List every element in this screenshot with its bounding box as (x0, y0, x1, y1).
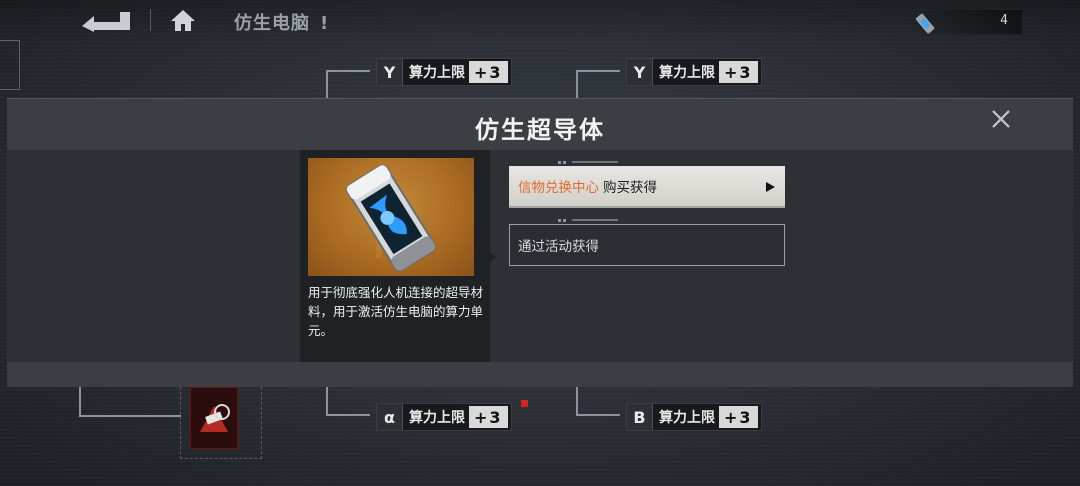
tree-node[interactable]: B 算力上限 +3 (626, 403, 762, 431)
tree-line (326, 387, 328, 415)
source-highlight: 信物兑换中心 (518, 180, 599, 196)
superconductor-icon (916, 13, 935, 34)
tree-node[interactable]: Y 算力上限 +3 (626, 58, 762, 86)
panel-pointer (490, 252, 496, 262)
page-title-text: 仿生电脑 (234, 13, 310, 34)
core-node[interactable] (190, 387, 238, 449)
node-label: 算力上限 (409, 410, 465, 426)
back-button[interactable] (80, 8, 134, 32)
alpha-rune-icon: α (377, 404, 403, 430)
source-exchange-center-button[interactable]: 信物兑换中心 购买获得 (509, 166, 785, 208)
modal-footer (7, 362, 1073, 387)
tree-line (576, 387, 578, 415)
tree-line (576, 70, 620, 72)
tree-line (326, 414, 370, 416)
source-action: 购买获得 (603, 180, 657, 196)
y-rune-icon: Y (377, 59, 403, 85)
source-text: 信物兑换中心 购买获得 (518, 176, 657, 196)
top-bar: 仿生电脑! 4 (0, 0, 1080, 42)
core-emblem-icon (200, 404, 230, 432)
tree-line (79, 415, 181, 417)
tree-line (576, 414, 620, 416)
node-bonus: +3 (469, 406, 508, 428)
source-event-entry: 通过活动获得 (509, 224, 785, 266)
node-bonus: +3 (719, 61, 758, 83)
close-icon (992, 110, 1010, 128)
home-button[interactable] (170, 8, 196, 32)
modal-title: 仿生超导体 (475, 116, 605, 144)
b-rune-icon: B (627, 404, 653, 430)
node-bonus: +3 (719, 406, 758, 428)
tree-line (79, 387, 81, 417)
tree-line (326, 70, 370, 72)
top-bar-divider (150, 9, 151, 31)
source-text: 通过活动获得 (518, 239, 599, 255)
y-rune-icon: Y (627, 59, 653, 85)
node-bonus: +3 (469, 61, 508, 83)
left-edge-frame (0, 40, 20, 90)
tree-node[interactable]: α 算力上限 +3 (376, 403, 512, 431)
currency-count: 4 (1000, 13, 1008, 28)
close-button[interactable] (989, 107, 1013, 131)
item-image: M (308, 158, 474, 276)
play-arrow-icon (766, 182, 775, 192)
superconductor-item-icon: M (346, 164, 436, 273)
item-description: 用于彻底强化人机连接的超导材料，用于激活仿生电脑的算力单元。 (308, 285, 484, 338)
currency-counter[interactable]: 4 (912, 10, 1022, 34)
tree-node[interactable]: Y 算力上限 +3 (376, 58, 512, 86)
source-tag (558, 159, 618, 165)
back-arrow-icon (82, 12, 130, 32)
page-title: 仿生电脑! (234, 9, 329, 35)
node-label: 算力上限 (409, 65, 465, 81)
modal-header: 仿生超导体 (7, 98, 1073, 150)
tree-line (576, 70, 578, 98)
source-tag (558, 217, 618, 223)
tree-line (326, 70, 328, 98)
new-badge-dot (521, 400, 528, 407)
node-label: 算力上限 (659, 65, 715, 81)
node-label: 算力上限 (659, 410, 715, 426)
home-icon (171, 10, 195, 31)
page-title-alert-mark: ! (320, 13, 330, 34)
